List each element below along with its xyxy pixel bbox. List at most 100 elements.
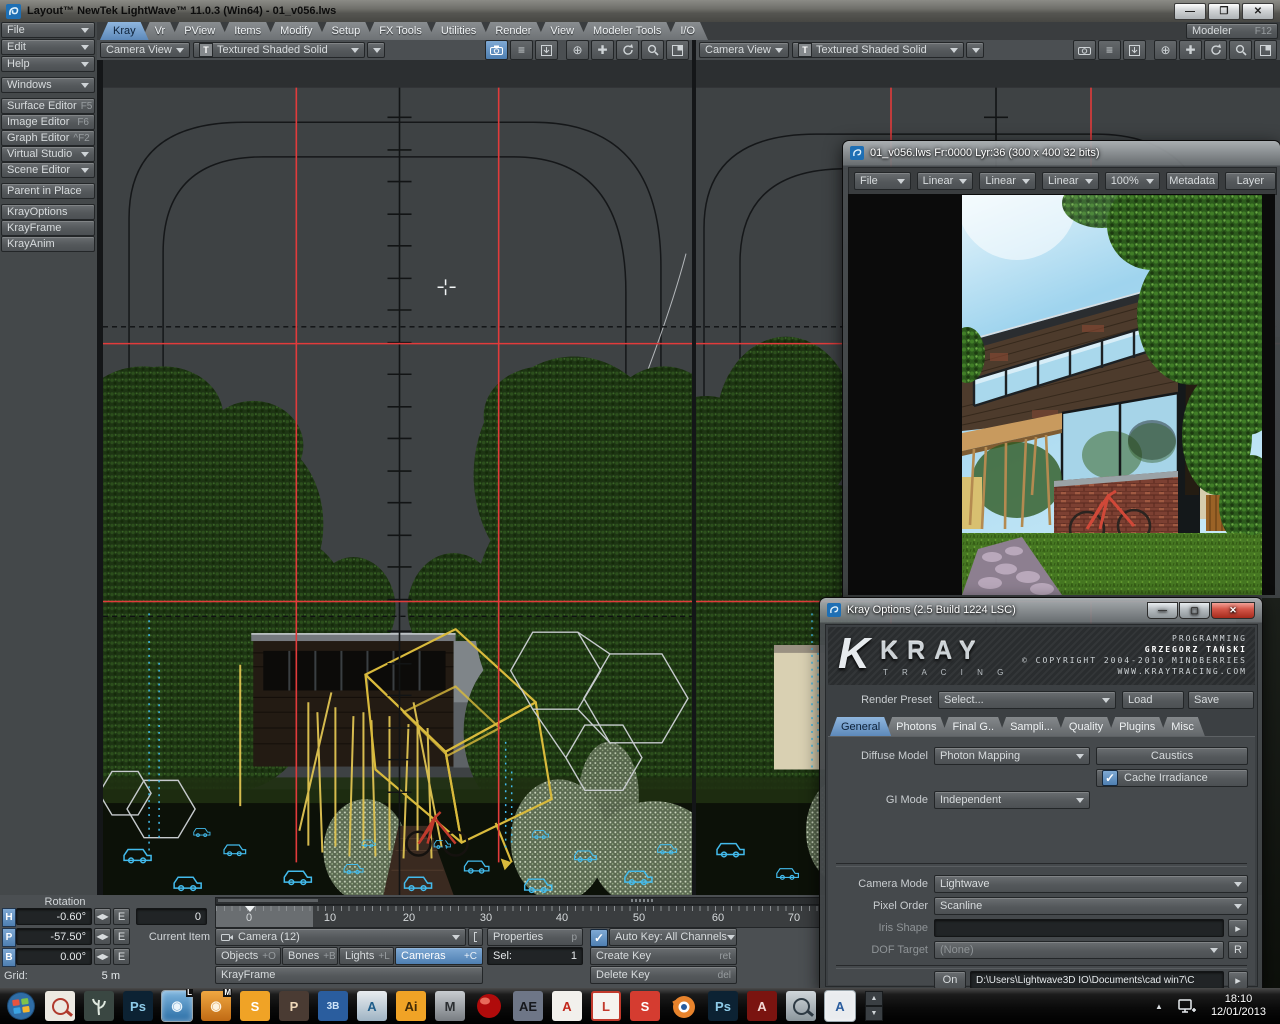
acrobat-icon[interactable]: A xyxy=(552,991,582,1021)
gi-mode-dropdown[interactable]: Independent xyxy=(934,791,1090,809)
edit-objects-button[interactable]: Objects+O xyxy=(215,947,281,965)
item-picker-button[interactable] xyxy=(468,928,483,946)
bank-stepper[interactable]: ◀▶ xyxy=(94,948,111,965)
item-list-icon[interactable]: ≡ xyxy=(1098,40,1121,60)
scroll-up-button[interactable]: ▲ xyxy=(865,991,883,1006)
shading-mode-dropdown[interactable]: TTextured Shaded Solid xyxy=(193,42,365,58)
save-view-icon[interactable] xyxy=(1123,40,1146,60)
blender-icon[interactable] xyxy=(669,991,699,1021)
sidebar-menu-help[interactable]: Help xyxy=(1,56,95,72)
delete-key-button[interactable]: Delete Keydel xyxy=(590,966,737,984)
autokey-checkbox[interactable] xyxy=(590,929,608,947)
sidebar-surface-editor[interactable]: Surface EditorF5 xyxy=(1,98,95,114)
tray-expand-icon[interactable]: ▲ xyxy=(1155,1000,1163,1013)
pitch-value-field[interactable]: -57.50° xyxy=(16,928,92,945)
maximize-button[interactable]: ▢ xyxy=(1179,602,1210,619)
bank-value-field[interactable]: 0.00° xyxy=(16,948,92,965)
tab-setup[interactable]: Setup xyxy=(319,22,374,40)
center-item-icon[interactable]: ⊕ xyxy=(1154,40,1177,60)
timeline-ruler[interactable]: 0 10 20 30 40 50 60 70 xyxy=(215,905,824,928)
maximize-viewport-icon[interactable] xyxy=(666,40,689,60)
cache-path-field[interactable]: D:\Users\Lightwave3D IO\Documents\cad wi… xyxy=(970,971,1224,989)
start-button[interactable] xyxy=(6,991,36,1021)
tab-modify[interactable]: Modify xyxy=(267,22,325,40)
smith-micro-app-icon[interactable]: S xyxy=(240,991,270,1021)
kray-tab-sampling[interactable]: Sampli... xyxy=(999,717,1064,736)
sidebar-krayanim[interactable]: KrayAnim xyxy=(1,236,95,252)
text-viewer-icon[interactable]: A xyxy=(825,991,855,1021)
layer-button[interactable]: Layer xyxy=(1225,172,1276,190)
sidebar-krayoptions[interactable]: KrayOptions xyxy=(1,204,95,220)
image-viewer-titlebar[interactable]: 01_v056.lws Fr:0000 Lyr:36 (300 x 400 32… xyxy=(843,141,1280,165)
frame-counter-field[interactable]: 0 xyxy=(136,908,207,925)
red-grid-app-icon[interactable]: L xyxy=(591,991,621,1021)
sidebar-menu-edit[interactable]: Edit xyxy=(1,39,95,55)
properties-button[interactable]: Propertiesp xyxy=(487,928,583,946)
viewport-options-dropdown[interactable] xyxy=(367,42,385,58)
diffuse-model-dropdown[interactable]: Photon Mapping xyxy=(934,747,1090,765)
zoom-view-icon[interactable] xyxy=(1229,40,1252,60)
network-tray-icon[interactable] xyxy=(1177,997,1197,1015)
dof-reset-button[interactable]: R xyxy=(1228,941,1248,959)
cache-irradiance-button[interactable]: Cache Irradiance xyxy=(1096,769,1248,787)
preset-load-button[interactable]: Load xyxy=(1122,691,1184,709)
edit-bones-button[interactable]: Bones+B xyxy=(282,947,338,965)
image-viewer-window[interactable]: 01_v056.lws Fr:0000 Lyr:36 (300 x 400 32… xyxy=(843,141,1280,600)
metadata-button[interactable]: Metadata xyxy=(1166,172,1219,190)
tab-io[interactable]: I/O xyxy=(667,22,708,40)
kray-titlebar[interactable]: Kray Options (2.5 Build 1224 LSC) — ▢ ✕ xyxy=(820,598,1262,622)
save-view-icon[interactable] xyxy=(535,40,558,60)
render-camera-icon[interactable] xyxy=(485,40,508,60)
timeline-splitter[interactable] xyxy=(215,897,824,905)
clock[interactable]: 18:10 12/01/2013 xyxy=(1211,993,1266,1019)
heading-envelope-button[interactable]: E xyxy=(113,908,130,925)
pan-view-icon[interactable]: ✚ xyxy=(591,40,614,60)
max-3ds-app-icon[interactable]: M xyxy=(435,991,465,1021)
search-document-app-icon[interactable] xyxy=(45,991,75,1021)
lightwave-modeler-icon[interactable]: ◉M xyxy=(201,991,231,1021)
after-effects-icon[interactable]: AE xyxy=(513,991,543,1021)
render-preset-dropdown[interactable]: Select... xyxy=(938,691,1116,709)
tab-utilities[interactable]: Utilities xyxy=(428,22,489,40)
kray-tab-quality[interactable]: Quality xyxy=(1058,717,1114,736)
modeler-switch-button[interactable]: Modeler F12 xyxy=(1186,23,1278,39)
blue-3d-app-icon[interactable]: 3B xyxy=(318,991,348,1021)
current-item-dropdown[interactable]: Camera (12) xyxy=(215,928,466,946)
pan-view-icon[interactable]: ✚ xyxy=(1179,40,1202,60)
photoshop-2-icon[interactable]: Ps xyxy=(708,991,738,1021)
file-dropdown[interactable]: File xyxy=(854,172,911,190)
preset-save-button[interactable]: Save xyxy=(1188,691,1254,709)
tab-render[interactable]: Render xyxy=(482,22,544,40)
item-list-icon[interactable]: ≡ xyxy=(510,40,533,60)
minimize-button[interactable]: — xyxy=(1147,602,1178,619)
kray-options-window[interactable]: Kray Options (2.5 Build 1224 LSC) — ▢ ✕ … xyxy=(820,598,1262,990)
pitch-channel-badge[interactable]: P xyxy=(2,928,16,947)
sidebar-image-editor[interactable]: Image EditorF6 xyxy=(1,114,95,130)
pitch-stepper[interactable]: ◀▶ xyxy=(94,928,111,945)
tab-view[interactable]: View xyxy=(537,22,587,40)
channel-blue-dropdown[interactable]: Linear xyxy=(1042,172,1099,190)
create-key-button[interactable]: Create Keyret xyxy=(590,947,737,965)
view-type-dropdown[interactable]: Camera View xyxy=(699,42,789,58)
sidebar-krayframe[interactable]: KrayFrame xyxy=(1,220,95,236)
view-type-dropdown[interactable]: Camera View xyxy=(100,42,190,58)
channel-green-dropdown[interactable]: Linear xyxy=(979,172,1036,190)
rotate-view-icon[interactable] xyxy=(1204,40,1227,60)
kray-tab-misc[interactable]: Misc xyxy=(1160,717,1205,736)
sidebar-virtual-studio[interactable]: Virtual Studio xyxy=(1,146,95,162)
rotate-view-icon[interactable] xyxy=(616,40,639,60)
center-item-icon[interactable]: ⊕ xyxy=(566,40,589,60)
kray-tab-finalgather[interactable]: Final G.. xyxy=(942,717,1006,736)
restore-button[interactable]: ❐ xyxy=(1208,3,1240,20)
cache-on-button[interactable]: On xyxy=(934,971,966,989)
bank-envelope-button[interactable]: E xyxy=(113,948,130,965)
cache-path-browse-button[interactable]: ▸ xyxy=(1228,971,1248,989)
iris-shape-field[interactable] xyxy=(934,919,1224,937)
kray-tab-general[interactable]: General xyxy=(830,717,891,736)
minimize-button[interactable]: — xyxy=(1174,3,1206,20)
windows-search-icon[interactable] xyxy=(786,991,816,1021)
sidebar-menu-file[interactable]: File xyxy=(1,22,95,38)
tab-pview[interactable]: PView xyxy=(171,22,228,40)
lightwave-layout-icon[interactable]: ◉L xyxy=(162,991,192,1021)
tab-fxtools[interactable]: FX Tools xyxy=(366,22,435,40)
